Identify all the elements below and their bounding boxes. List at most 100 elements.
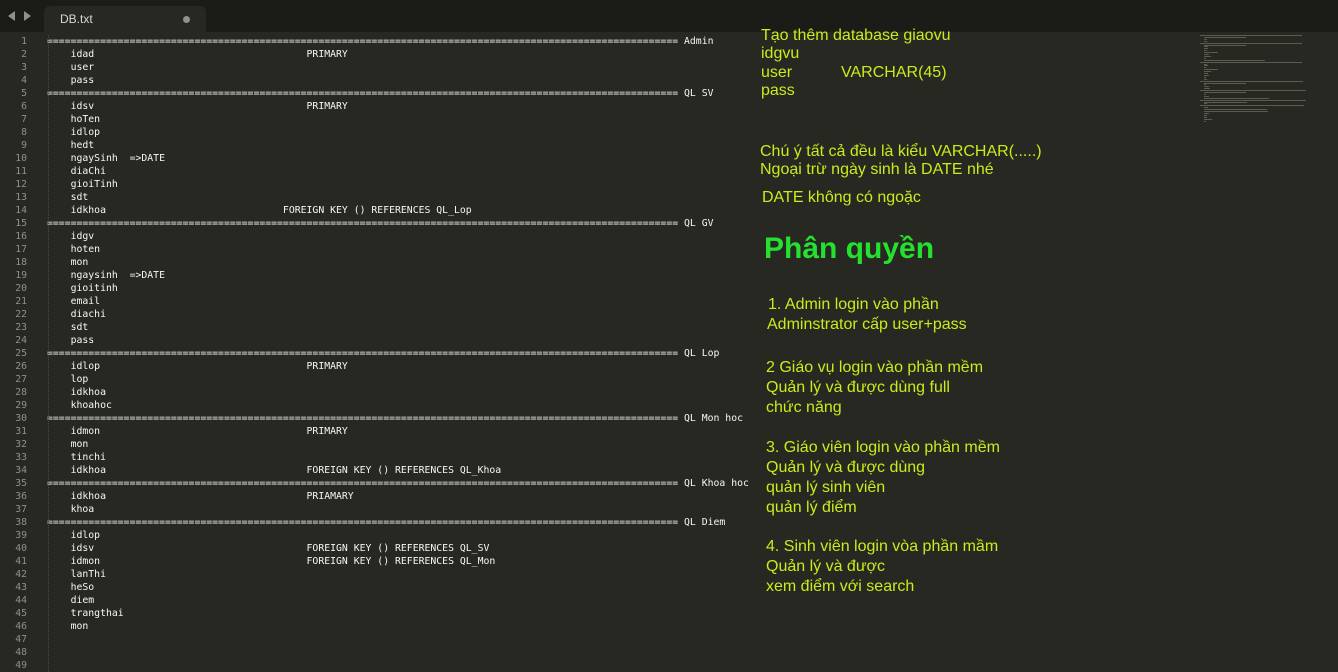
minimap-line — [1203, 73, 1209, 74]
minimap-line — [1203, 52, 1218, 54]
line-number: 12 — [15, 179, 27, 190]
note-line: Adminstrator cấp user+pass — [767, 316, 967, 333]
line-number: 18 — [15, 257, 27, 268]
code-line: lanThi — [47, 569, 106, 580]
code-line: idlop — [47, 127, 101, 138]
code-line: heSo — [47, 582, 95, 593]
code-line: ========================================… — [47, 348, 720, 359]
line-number: 14 — [15, 205, 27, 216]
note-line: Tạo thêm database giaovu — [761, 27, 951, 44]
unsaved-dot-icon[interactable] — [183, 16, 190, 23]
minimap-line — [1203, 86, 1209, 88]
note-line: Quản lý và được dùng — [766, 459, 926, 476]
line-number: 5 — [21, 88, 27, 99]
note-line: Ngoại trừ ngày sinh là DATE nhé — [760, 161, 994, 178]
minimap-line — [1200, 42, 1302, 44]
line-number: 48 — [15, 647, 27, 658]
code-line: hoten — [47, 244, 101, 255]
minimap-line — [1203, 88, 1210, 90]
code-line: idmon FOREIGN KEY () REFERENCES QL_Mon — [47, 556, 496, 567]
tab-db-txt[interactable]: DB.txt — [44, 6, 206, 32]
line-number: 4 — [21, 75, 27, 86]
minimap-line — [1203, 67, 1207, 69]
code-line: idad PRIMARY — [47, 49, 348, 60]
minimap-line — [1200, 90, 1306, 92]
minimap-line — [1203, 40, 1208, 42]
minimap-line — [1203, 92, 1246, 93]
minimap-line — [1203, 95, 1209, 97]
line-number: 22 — [15, 309, 27, 320]
line-number: 45 — [15, 608, 27, 619]
line-number: 46 — [15, 621, 27, 632]
line-number: 38 — [15, 517, 27, 528]
note-line: quản lý sinh viên — [766, 479, 886, 496]
code-line: mon — [47, 621, 89, 632]
code-line: idgv — [47, 231, 95, 242]
minimap-line — [1203, 57, 1207, 59]
minimap-line — [1203, 65, 1209, 67]
line-number: 11 — [15, 166, 27, 177]
code-line: lop — [47, 374, 89, 385]
line-number: 36 — [15, 491, 27, 502]
minimap-line — [1200, 105, 1304, 107]
minimap-line — [1203, 120, 1207, 122]
note-line: Quản lý và được dùng full — [766, 379, 950, 396]
note-line: 3. Giáo viên login vào phần mềm — [766, 439, 1000, 456]
line-number: 47 — [15, 634, 27, 645]
line-number: 43 — [15, 582, 27, 593]
code-line: pass — [47, 335, 95, 346]
code-line: idsv FOREIGN KEY () REFERENCES QL_SV — [47, 543, 490, 554]
line-number: 26 — [15, 361, 27, 372]
code-line: mon — [47, 257, 89, 268]
minimap-line — [1203, 54, 1209, 55]
code-line: khoa — [47, 504, 95, 515]
line-number: 33 — [15, 452, 27, 463]
note-line: Chú ý tất cả đều là kiểu VARCHAR(.....) — [760, 143, 1042, 160]
line-number: 31 — [15, 426, 27, 437]
code-line: diachi — [47, 309, 106, 320]
line-number: 28 — [15, 387, 27, 398]
code-editor[interactable]: ========================================… — [47, 35, 767, 672]
line-number: 17 — [15, 244, 27, 255]
note-line: DATE không có ngoặc — [762, 189, 921, 206]
note-line: 4. Sinh viên login vòa phần mầm — [766, 538, 999, 555]
line-number: 32 — [15, 439, 27, 450]
minimap-line — [1203, 84, 1207, 86]
code-line: idsv PRIMARY — [47, 101, 348, 112]
minimap[interactable] — [1200, 35, 1310, 130]
line-number: 29 — [15, 400, 27, 411]
tab-label: DB.txt — [60, 12, 93, 26]
code-line: ========================================… — [47, 413, 743, 424]
minimap-line — [1203, 44, 1246, 46]
code-line: khoahoc — [47, 400, 112, 411]
back-arrow-icon[interactable] — [8, 11, 15, 21]
code-line: ngaysinh =>DATE — [47, 270, 165, 281]
line-number: 49 — [15, 660, 27, 671]
minimap-line — [1203, 97, 1270, 99]
line-number: 10 — [15, 153, 27, 164]
indent-guide — [48, 35, 49, 672]
line-number: 3 — [21, 62, 27, 73]
forward-arrow-icon[interactable] — [24, 11, 31, 21]
code-line: ========================================… — [47, 36, 714, 47]
permissions-heading: Phân quyền — [764, 232, 935, 265]
code-line: idkhoa FOREIGN KEY () REFERENCES QL_Khoa — [47, 465, 502, 476]
code-line: idkhoa FOREIGN KEY () REFERENCES QL_Lop — [47, 205, 472, 216]
code-line: mon — [47, 439, 89, 450]
code-line: ========================================… — [47, 478, 749, 489]
line-number: 2 — [21, 49, 27, 60]
line-number: 16 — [15, 231, 27, 242]
line-number: 7 — [21, 114, 27, 125]
minimap-line — [1200, 35, 1302, 36]
code-line: user — [47, 62, 95, 73]
minimap-line — [1203, 101, 1247, 103]
line-number: 19 — [15, 270, 27, 281]
line-number: 23 — [15, 322, 27, 333]
minimap-line — [1203, 63, 1208, 65]
code-line: hoTen — [47, 114, 101, 125]
minimap-line — [1203, 78, 1208, 80]
code-line: pass — [47, 75, 95, 86]
line-number: 13 — [15, 192, 27, 203]
